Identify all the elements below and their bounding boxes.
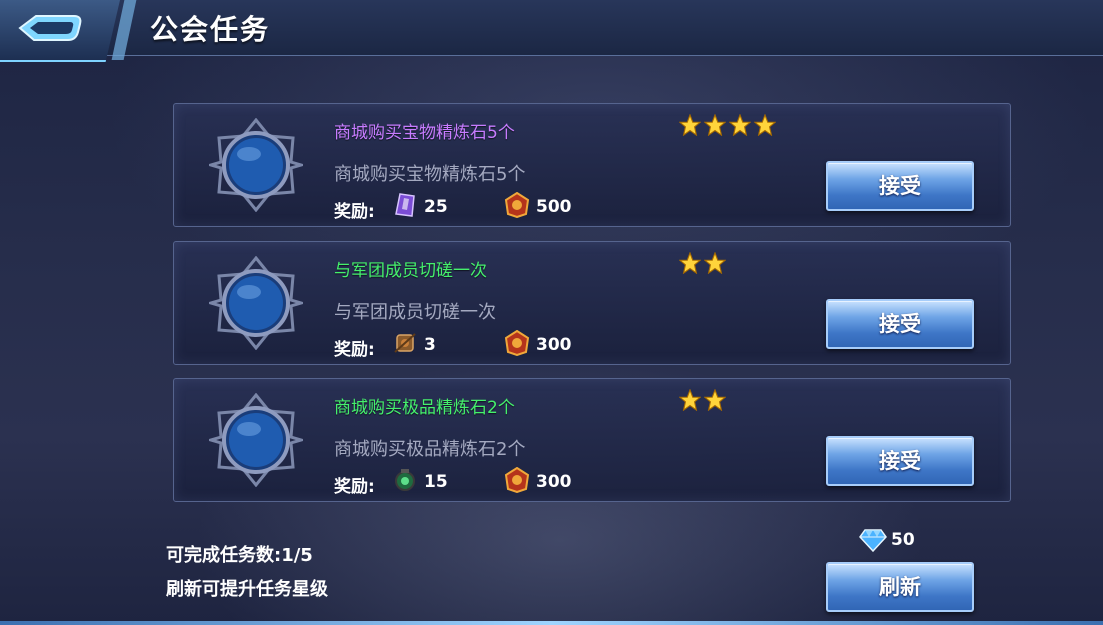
task-emblem-icon bbox=[209, 256, 303, 350]
reward-label: 奖励: bbox=[334, 202, 375, 222]
completable-count: 可完成任务数:1/5 bbox=[166, 545, 313, 566]
guild-coin-icon bbox=[504, 330, 530, 356]
refresh-cost-value: 50 bbox=[891, 530, 915, 550]
task-description: 商城购买极品精炼石2个 bbox=[334, 439, 526, 460]
guild-coin-icon bbox=[504, 467, 530, 493]
task-title: 商城购买极品精炼石2个 bbox=[334, 398, 515, 418]
refresh-hint: 刷新可提升任务星级 bbox=[166, 579, 328, 600]
reward-2-value: 300 bbox=[536, 335, 572, 355]
task-emblem-icon bbox=[209, 393, 303, 487]
bronze-scroll-icon bbox=[394, 333, 416, 353]
task-title: 与军团成员切磋一次 bbox=[334, 261, 487, 281]
task-card-1: 商城购买宝物精炼石5个 商城购买宝物精炼石5个 奖励: 25 500 接受 bbox=[173, 103, 1011, 227]
diamond-icon bbox=[859, 529, 887, 552]
accept-button[interactable]: 接受 bbox=[826, 299, 974, 349]
task-description: 与军团成员切磋一次 bbox=[334, 302, 496, 323]
star-icon bbox=[704, 389, 726, 411]
reward-2-value: 500 bbox=[536, 197, 572, 217]
reward-label: 奖励: bbox=[334, 340, 375, 360]
task-emblem-icon bbox=[209, 118, 303, 212]
back-arrow-icon bbox=[18, 15, 82, 41]
reward-1-value: 25 bbox=[424, 197, 448, 217]
back-button[interactable] bbox=[0, 0, 120, 62]
header-bar: 公会任务 bbox=[0, 0, 1103, 62]
reward-1-value: 3 bbox=[424, 335, 436, 355]
guild-coin-icon bbox=[504, 192, 530, 218]
star-icon bbox=[679, 252, 701, 274]
task-card-3: 商城购买极品精炼石2个 商城购买极品精炼石2个 奖励: 15 300 接受 bbox=[173, 378, 1011, 502]
star-icon bbox=[679, 389, 701, 411]
star-rating bbox=[679, 252, 729, 276]
green-gem-icon bbox=[395, 469, 415, 491]
star-icon bbox=[704, 252, 726, 274]
bottom-accent-line bbox=[0, 621, 1103, 625]
refresh-button[interactable]: 刷新 bbox=[826, 562, 974, 612]
accept-button[interactable]: 接受 bbox=[826, 161, 974, 211]
star-icon bbox=[704, 114, 726, 136]
star-rating bbox=[679, 389, 729, 413]
task-title: 商城购买宝物精炼石5个 bbox=[334, 123, 515, 143]
star-rating bbox=[679, 114, 779, 138]
star-icon bbox=[754, 114, 776, 136]
page-title: 公会任务 bbox=[150, 13, 271, 46]
reward-label: 奖励: bbox=[334, 477, 375, 497]
task-description: 商城购买宝物精炼石5个 bbox=[334, 164, 526, 185]
reward-1-value: 15 bbox=[424, 472, 448, 492]
purple-crystal-icon bbox=[395, 193, 415, 217]
reward-2-value: 300 bbox=[536, 472, 572, 492]
star-icon bbox=[679, 114, 701, 136]
accept-button[interactable]: 接受 bbox=[826, 436, 974, 486]
task-card-2: 与军团成员切磋一次 与军团成员切磋一次 奖励: 3 300 接受 bbox=[173, 241, 1011, 365]
star-icon bbox=[729, 114, 751, 136]
